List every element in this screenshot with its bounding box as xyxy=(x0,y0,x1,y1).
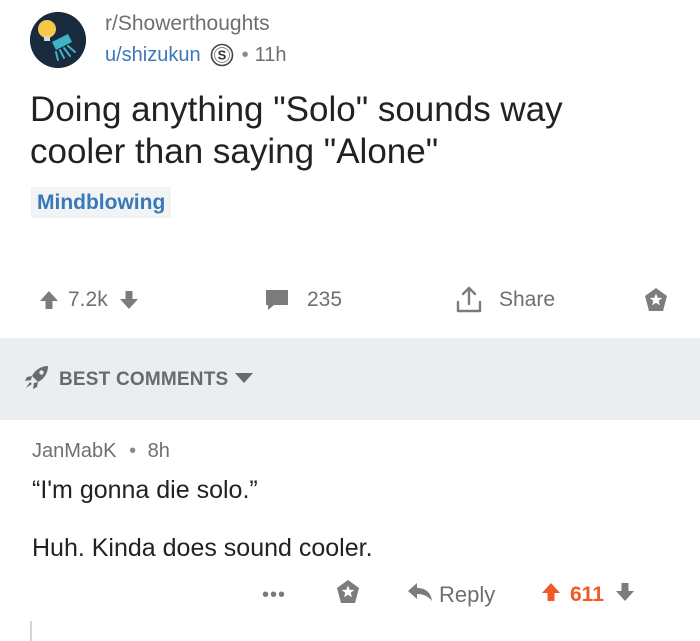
comment-text-line-2: Huh. Kinda does sound cooler. xyxy=(32,534,373,562)
comment-vote-control: 611 xyxy=(540,575,636,615)
post-actions-bar: 7.2k 235 Share xyxy=(0,280,700,320)
comment-score: 611 xyxy=(570,583,604,606)
subreddit-avatar-icon[interactable] xyxy=(30,12,86,68)
post-title-line-1: Doing anything "Solo" sounds way xyxy=(30,90,563,129)
reply-button[interactable]: Reply xyxy=(407,575,495,615)
caret-down-icon xyxy=(234,371,254,389)
arrow-down-icon[interactable] xyxy=(614,581,636,609)
more-options-button[interactable]: ••• xyxy=(262,575,286,615)
share-label: Share xyxy=(499,288,556,311)
comment-text-line-1: “I'm gonna die solo.” xyxy=(32,476,258,504)
post-flair-tag[interactable]: Mindblowing xyxy=(31,187,172,218)
post-author[interactable]: u/shizukun xyxy=(105,44,201,67)
comment-meta-separator: • xyxy=(129,440,137,462)
star-icon xyxy=(641,285,671,315)
comment-time: 8h xyxy=(147,440,170,462)
rocket-icon xyxy=(23,363,51,396)
sort-selector[interactable]: BEST COMMENTS xyxy=(23,363,254,396)
upvote-count: 7.2k xyxy=(68,288,108,311)
arrow-down-icon[interactable] xyxy=(118,289,140,311)
arrow-up-icon[interactable] xyxy=(540,581,562,609)
s-badge-icon: S xyxy=(210,43,234,67)
share-icon xyxy=(453,284,485,316)
best-comments-bar: BEST COMMENTS xyxy=(0,338,700,420)
reply-label: Reply xyxy=(439,582,496,607)
comment-meta: JanMabK • 8h xyxy=(32,440,170,463)
sort-label: BEST COMMENTS xyxy=(59,368,229,390)
meta-separator: • xyxy=(241,43,249,66)
post-time: 11h xyxy=(254,43,287,66)
flair-letter: S xyxy=(217,48,226,63)
subreddit-name[interactable]: r/Showerthoughts xyxy=(105,12,270,36)
save-post-button[interactable] xyxy=(641,280,671,320)
post-meta: u/shizukun S • 11h xyxy=(105,43,287,67)
comment-count: 235 xyxy=(307,288,343,311)
comment-thread-line xyxy=(30,621,32,641)
share-button[interactable]: Share xyxy=(453,280,555,320)
star-icon xyxy=(333,577,363,613)
post-header: r/Showerthoughts u/shizukun S • 11h xyxy=(30,6,670,70)
post-title-line-2: cooler than saying "Alone" xyxy=(30,132,439,171)
reply-arrow-icon xyxy=(407,581,433,609)
comments-button[interactable]: 235 xyxy=(263,280,342,320)
comment-bubble-icon xyxy=(263,287,291,313)
comment-author[interactable]: JanMabK xyxy=(32,440,117,462)
comment-actions-bar: ••• Reply 611 xyxy=(0,575,700,615)
save-comment-button[interactable] xyxy=(333,575,363,615)
post-title[interactable]: Doing anything "Solo" sounds way cooler … xyxy=(30,89,670,173)
arrow-up-icon[interactable] xyxy=(38,289,60,311)
vote-control: 7.2k xyxy=(38,280,140,320)
